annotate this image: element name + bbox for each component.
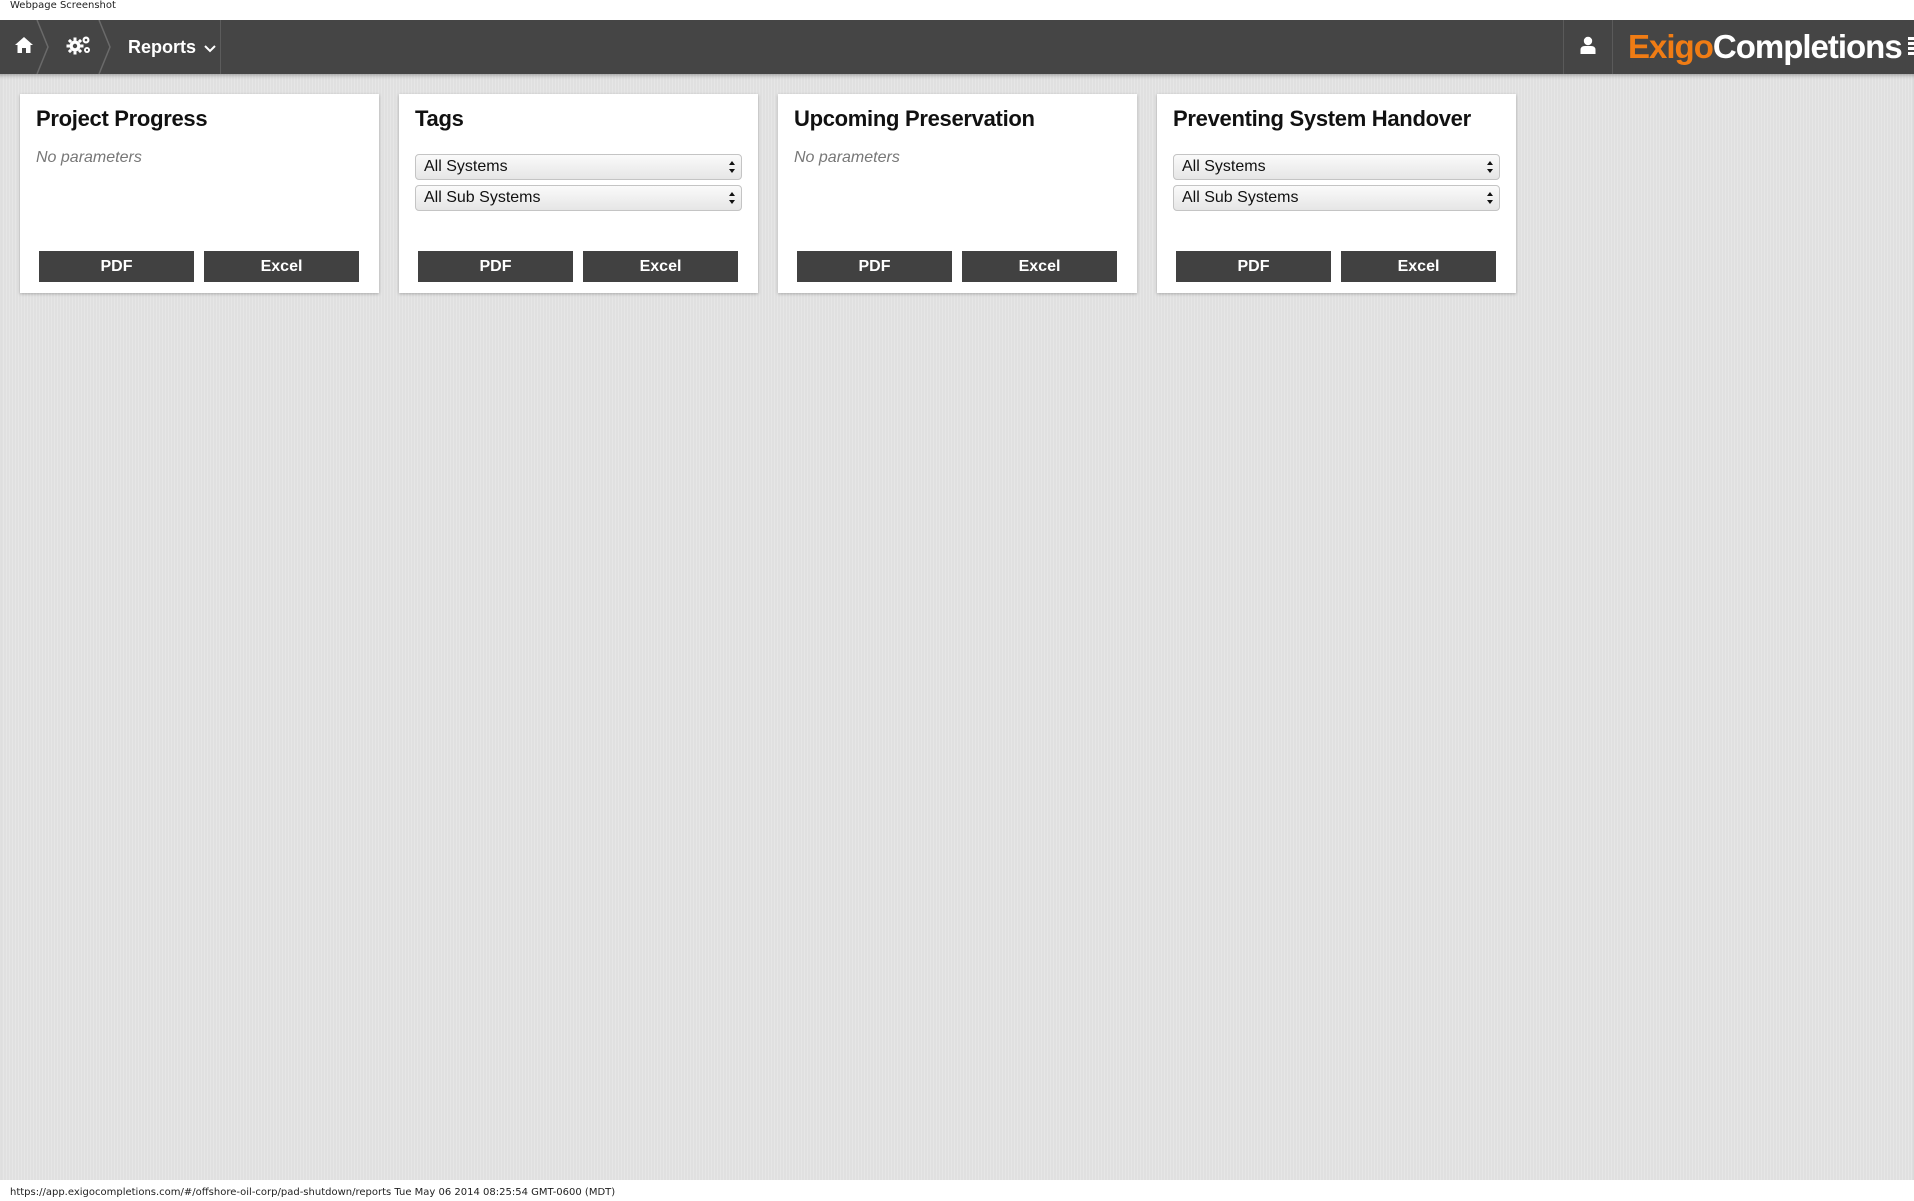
chevron-down-icon: [204, 37, 216, 58]
systems-select-value: All Systems: [424, 158, 508, 175]
gears-icon: [66, 34, 92, 61]
pdf-button[interactable]: PDF: [418, 251, 573, 282]
no-parameters-text: No parameters: [794, 149, 900, 166]
pdf-button[interactable]: PDF: [39, 251, 194, 282]
report-card-tags: Tags All Systems All Sub Systems PDF Exc…: [399, 94, 758, 293]
sub-systems-select[interactable]: All Sub Systems: [415, 185, 742, 211]
sub-systems-select[interactable]: All Sub Systems: [1173, 185, 1500, 211]
excel-button[interactable]: Excel: [204, 251, 359, 282]
sub-systems-select-value: All Sub Systems: [1182, 189, 1299, 206]
select-arrows-icon: [1485, 159, 1495, 175]
status-url-text: https://app.exigocompletions.com/#/offsh…: [10, 1187, 616, 1198]
capture-label: Webpage Screenshot: [10, 0, 116, 11]
systems-select[interactable]: All Systems: [1173, 154, 1500, 180]
breadcrumb-settings[interactable]: [48, 20, 111, 74]
report-card-upcoming-preservation: Upcoming Preservation No parameters PDF …: [778, 94, 1137, 293]
brand-name-part2: Completions: [1712, 28, 1903, 65]
user-icon: [1580, 36, 1596, 59]
card-title: Preventing System Handover: [1173, 106, 1471, 131]
select-arrows-icon: [727, 159, 737, 175]
excel-button[interactable]: Excel: [1341, 251, 1496, 282]
excel-button[interactable]: Excel: [962, 251, 1117, 282]
breadcrumb-home[interactable]: [0, 20, 49, 74]
card-title: Project Progress: [36, 106, 208, 131]
select-arrows-icon: [1485, 190, 1495, 206]
brand-name-part1: Exigo: [1628, 28, 1714, 65]
no-parameters-text: No parameters: [36, 149, 142, 166]
brand-logo[interactable]: Exigo Completions: [1613, 20, 1914, 74]
sub-systems-select-value: All Sub Systems: [424, 189, 541, 206]
card-title: Tags: [415, 106, 464, 131]
report-card-preventing-system-handover: Preventing System Handover All Systems A…: [1157, 94, 1516, 293]
pdf-button[interactable]: PDF: [797, 251, 952, 282]
report-card-project-progress: Project Progress No parameters PDF Excel: [20, 94, 379, 293]
pdf-button[interactable]: PDF: [1176, 251, 1331, 282]
excel-button[interactable]: Excel: [583, 251, 738, 282]
user-menu-button[interactable]: [1563, 20, 1613, 74]
card-title: Upcoming Preservation: [794, 106, 1035, 131]
systems-select-value: All Systems: [1182, 158, 1266, 175]
top-navigation-bar: Reports Exigo Completions: [0, 20, 1914, 74]
home-icon: [14, 36, 34, 59]
reports-content-area: Project Progress No parameters PDF Excel…: [0, 74, 1914, 1180]
menu-lines-icon: [1907, 28, 1914, 66]
select-arrows-icon: [727, 190, 737, 206]
breadcrumb-reports-label: Reports: [128, 36, 197, 57]
systems-select[interactable]: All Systems: [415, 154, 742, 180]
breadcrumb-reports-dropdown[interactable]: Reports: [110, 20, 220, 74]
